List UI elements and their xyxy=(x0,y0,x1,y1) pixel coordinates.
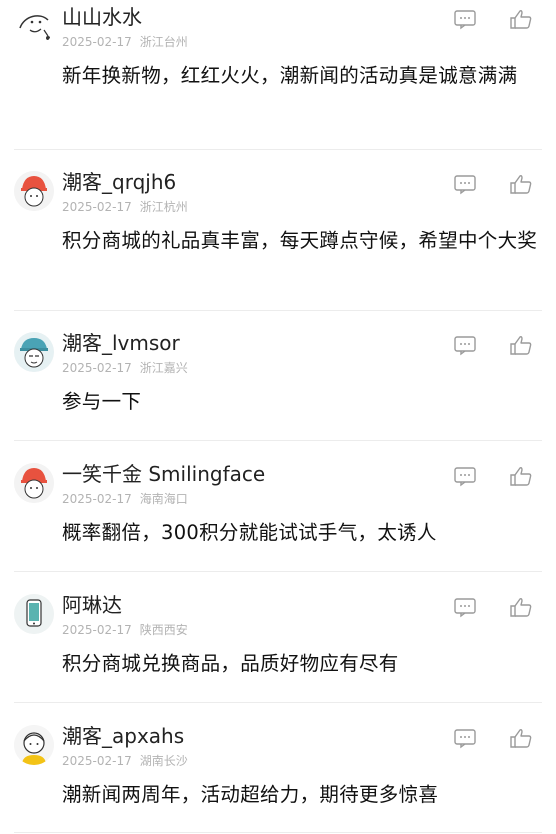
username[interactable]: 阿琳达 xyxy=(62,592,122,618)
divider xyxy=(14,702,542,703)
comment-date: 2025-02-17 xyxy=(62,200,132,214)
comment-date: 2025-02-17 xyxy=(62,623,132,637)
username[interactable]: 潮客_qrqjh6 xyxy=(62,169,176,195)
comment-location: 海南海口 xyxy=(139,492,188,506)
comment-date: 2025-02-17 xyxy=(62,754,132,768)
divider xyxy=(14,310,542,311)
phone-avatar-icon[interactable] xyxy=(14,594,54,634)
username[interactable]: 山山水水 xyxy=(62,4,142,30)
comment-icon[interactable] xyxy=(452,173,478,195)
comment-meta: 2025-02-17 陕西西安 xyxy=(62,622,188,638)
username[interactable]: 潮客_lvmsor xyxy=(62,330,180,356)
divider xyxy=(14,571,542,572)
comment-meta: 2025-02-17 浙江台州 xyxy=(62,34,188,50)
username[interactable]: 潮客_apxahs xyxy=(62,723,184,749)
comment-icon[interactable] xyxy=(452,465,478,487)
username[interactable]: 一笑千金 Smilingface xyxy=(62,461,265,487)
yellow-avatar-icon[interactable] xyxy=(14,725,54,765)
comment-icon[interactable] xyxy=(452,596,478,618)
comment-text: 参与一下 xyxy=(62,390,142,413)
comment-location: 浙江杭州 xyxy=(139,200,188,214)
comment-icon[interactable] xyxy=(452,8,478,30)
comment-item: 潮客_lvmsor 2025-02-17 浙江嘉兴 参与一下 xyxy=(0,326,556,441)
thumbs-up-icon[interactable] xyxy=(508,334,534,356)
red-hat-avatar-icon[interactable] xyxy=(14,171,54,211)
thumbs-up-icon[interactable] xyxy=(508,8,534,30)
comment-meta: 2025-02-17 浙江杭州 xyxy=(62,199,188,215)
divider xyxy=(14,440,542,441)
teal-cap-avatar-icon[interactable] xyxy=(14,332,54,372)
thumbs-up-icon[interactable] xyxy=(508,173,534,195)
divider xyxy=(14,832,542,833)
comment-item: 潮客_qrqjh6 2025-02-17 浙江杭州 积分商城的礼品真丰富，每天蹲点… xyxy=(0,165,556,311)
comment-item: 阿琳达 2025-02-17 陕西西安 积分商城兑换商品，品质好物应有尽有 xyxy=(0,588,556,703)
thumbs-up-icon[interactable] xyxy=(508,465,534,487)
comment-icon[interactable] xyxy=(452,727,478,749)
sketch-avatar-icon[interactable] xyxy=(14,6,54,46)
comment-item: 一笑千金 Smilingface 2025-02-17 海南海口 概率翻倍，300… xyxy=(0,457,556,572)
comment-item: 山山水水 2025-02-17 浙江台州 新年换新物，红红火火，潮新闻的活动真是诚… xyxy=(0,0,556,150)
comment-meta: 2025-02-17 海南海口 xyxy=(62,491,188,507)
comment-meta: 2025-02-17 湖南长沙 xyxy=(62,753,188,769)
comment-text: 潮新闻两周年，活动超给力，期待更多惊喜 xyxy=(62,783,439,806)
comment-date: 2025-02-17 xyxy=(62,35,132,49)
comment-text: 概率翻倍，300积分就能试试手气，太诱人 xyxy=(62,521,437,544)
comment-text: 积分商城兑换商品，品质好物应有尽有 xyxy=(62,652,399,675)
comment-location: 浙江嘉兴 xyxy=(139,361,188,375)
comment-text: 新年换新物，红红火火，潮新闻的活动真是诚意满满 xyxy=(62,64,518,87)
divider xyxy=(14,149,542,150)
comment-item: 潮客_apxahs 2025-02-17 湖南长沙 潮新闻两周年，活动超给力，期待… xyxy=(0,719,556,834)
comment-icon[interactable] xyxy=(452,334,478,356)
red-hat-avatar-icon[interactable] xyxy=(14,463,54,503)
comment-date: 2025-02-17 xyxy=(62,492,132,506)
comment-location: 湖南长沙 xyxy=(139,754,188,768)
comment-meta: 2025-02-17 浙江嘉兴 xyxy=(62,360,188,376)
comment-location: 陕西西安 xyxy=(139,623,188,637)
comment-location: 浙江台州 xyxy=(139,35,188,49)
comment-date: 2025-02-17 xyxy=(62,361,132,375)
thumbs-up-icon[interactable] xyxy=(508,596,534,618)
comment-text: 积分商城的礼品真丰富，每天蹲点守候，希望中个大奖 xyxy=(62,229,538,252)
thumbs-up-icon[interactable] xyxy=(508,727,534,749)
